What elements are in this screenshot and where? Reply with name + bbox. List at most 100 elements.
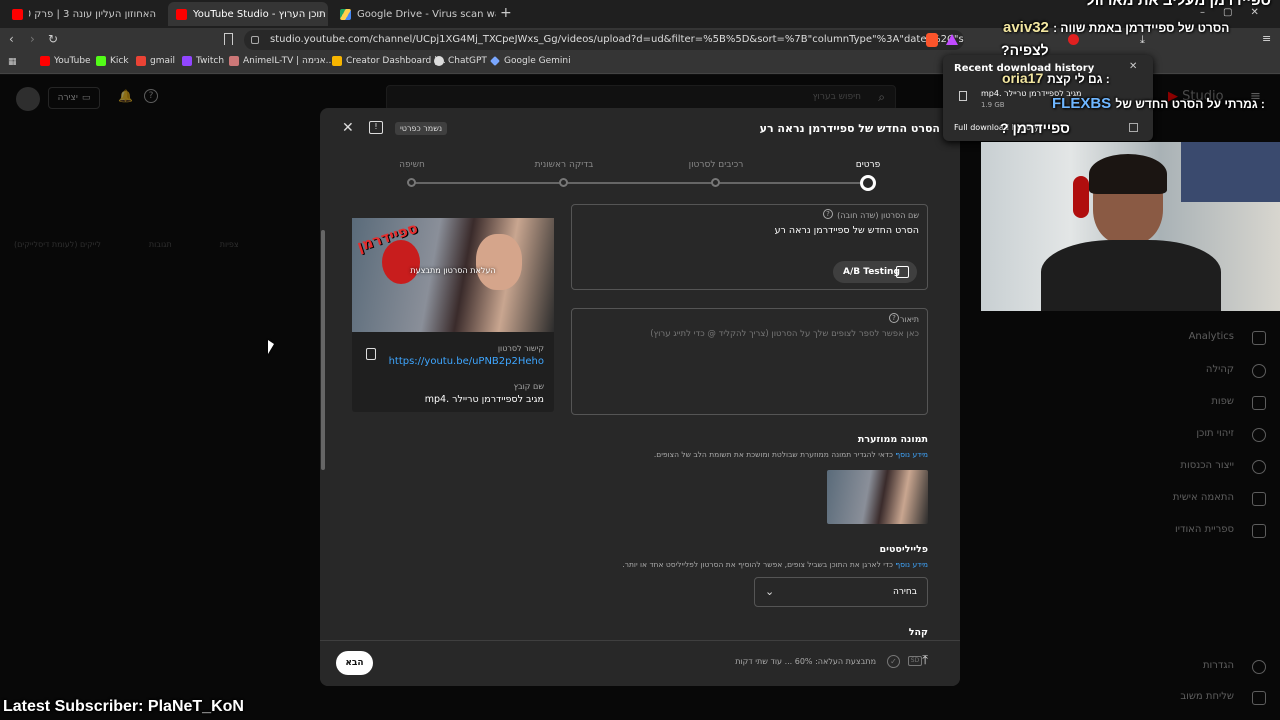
- thumbnail-heading: תמונה ממוזערת: [857, 434, 928, 445]
- url-input[interactable]: studio.youtube.com/channel/UCpj1XG4Mj_TX…: [244, 30, 964, 50]
- upload-dialog: ✕ ! נשמר כפרטי הסרט החדש של ספיידרמן נרא…: [320, 108, 960, 686]
- chatgpt-icon: [434, 56, 444, 66]
- google-drive-favicon-icon: [340, 8, 351, 20]
- mouse-cursor-icon: [268, 340, 274, 354]
- scrollbar[interactable]: [321, 230, 325, 470]
- back-icon[interactable]: ‹: [9, 32, 14, 46]
- step-details[interactable]: פרטים: [808, 160, 928, 170]
- description-placeholder: כאן אפשר לספר לצופים שלך על הסרטון (צריך…: [650, 329, 919, 339]
- chat-username: FLEXBS: [1052, 95, 1112, 112]
- playlists-heading: פלייליסטים: [879, 544, 928, 555]
- title-field[interactable]: שם הסרטון (שדה חובה) ? הסרט החדש של ספיי…: [571, 204, 928, 290]
- chat-username: oria17: [1002, 70, 1044, 86]
- bookmark-chatgpt[interactable]: ChatGPT: [434, 56, 487, 66]
- bookmark-gmail[interactable]: gmail: [136, 56, 175, 66]
- video-thumbnail[interactable]: ספיידרמן העלאת הסרטון מתבצעת: [352, 218, 554, 332]
- thumbnail-desc: מידע נוסף כדאי להגדיר תמונה ממוזערת שבול…: [654, 450, 928, 459]
- check-icon: ✓: [887, 655, 900, 668]
- reload-icon[interactable]: ↻: [48, 32, 58, 46]
- feedback-alert-icon[interactable]: !: [369, 121, 383, 134]
- close-icon[interactable]: ✕: [342, 120, 354, 136]
- title-label: שם הסרטון (שדה חובה): [837, 211, 919, 220]
- face-shape: [476, 234, 522, 290]
- audience-heading: קהל: [908, 627, 928, 638]
- chat-message: גמרתי על הסרט החדש של :: [1115, 97, 1265, 111]
- help-icon[interactable]: ?: [889, 313, 899, 323]
- new-tab-icon[interactable]: +: [500, 5, 512, 21]
- chat-username: aviv32: [1003, 19, 1049, 36]
- bookmark-twitch[interactable]: Twitch: [182, 56, 224, 66]
- chat-line: ?לצפיה: [1001, 42, 1049, 58]
- chat-line: ? ספיידרמן: [1000, 120, 1070, 136]
- step-dot-active: [860, 175, 876, 191]
- upload-status: מתבצעת העלאה: 60% ... עוד שתי דקות: [735, 657, 876, 666]
- brave-rewards-icon[interactable]: [946, 34, 958, 45]
- ab-test-icon: [896, 266, 909, 278]
- headset-icon: [1073, 176, 1089, 218]
- next-button[interactable]: הבא: [336, 651, 373, 675]
- anime-icon: [229, 56, 239, 66]
- tab-title: YouTube Studio - תוכן הערוץ: [193, 8, 326, 20]
- site-info-icon[interactable]: [251, 36, 259, 44]
- copy-icon[interactable]: [366, 348, 376, 360]
- open-external-icon[interactable]: [1129, 123, 1138, 132]
- browser-tab[interactable]: Google Drive - Virus scan warning ✕: [332, 2, 496, 26]
- webcam-feed: [981, 142, 1280, 311]
- ab-testing-button[interactable]: A/B Testing: [833, 261, 917, 283]
- filename-label: שם קובץ: [513, 382, 544, 391]
- spiderman-mask: [382, 240, 420, 284]
- select-value: בחירה: [892, 587, 917, 597]
- learn-more-link[interactable]: מידע נוסף: [895, 560, 928, 569]
- wall-poster: [1181, 142, 1280, 202]
- description-field[interactable]: תיאור ? כאן אפשר לספר לצופים שלך על הסרט…: [571, 308, 928, 415]
- playlist-select[interactable]: בחירה ⌄: [754, 577, 928, 607]
- help-icon[interactable]: ?: [823, 209, 833, 219]
- youtube-favicon-icon: [12, 8, 23, 20]
- step-dot: [711, 178, 720, 187]
- browser-tab[interactable]: האחוזון העליון עונה 3 | פרק 10 - ספי: [4, 2, 164, 26]
- close-icon[interactable]: ✕: [1129, 61, 1137, 72]
- playlists-desc-text: כדי לארגן את התוכן בשביל צופים, אפשר להו…: [622, 560, 893, 569]
- chat-line: FLEXBS גמרתי על הסרט החדש של :: [1052, 95, 1265, 112]
- title-value: הסרט החדש של ספיידרמן נראה רע: [774, 225, 919, 236]
- video-link-label: קישור לסרטון: [497, 344, 544, 353]
- browser-tab-active[interactable]: YouTube Studio - תוכן הערוץ ✕: [168, 2, 328, 26]
- video-link[interactable]: https://youtu.be/uPNB2p2Heho: [389, 356, 544, 367]
- youtube-studio-favicon-icon: [176, 8, 187, 20]
- step-dot: [559, 178, 568, 187]
- tab-title: Google Drive - Virus scan warning: [357, 8, 496, 20]
- kick-icon: [96, 56, 106, 66]
- dialog-title: הסרט החדש של ספיידרמן נראה רע: [759, 122, 940, 135]
- filename-value: מגיב לספיידרמן טריילר .mp4: [424, 394, 544, 405]
- chat-line: ספיידרמן מעליב את מארוול: [1086, 0, 1271, 9]
- thumbnail-desc-text: כדאי להגדיר תמונה ממוזערת שבולטת ומושכת …: [653, 450, 893, 459]
- step-video-elements[interactable]: רכיבים לסרטון: [656, 160, 776, 170]
- streamer-hair: [1089, 154, 1167, 194]
- thumbnail-option[interactable]: [827, 470, 928, 524]
- upload-in-progress-text: העלאת הסרטון מתבצעת: [410, 266, 496, 275]
- stepper-line: [412, 182, 868, 184]
- bookmark-creator-dashboard[interactable]: Creator Dashboard |...: [332, 56, 446, 66]
- chat-line: oria17 גם לי קצת :: [1002, 70, 1110, 86]
- file-icon: [959, 91, 967, 101]
- description-label: תיאור: [899, 315, 919, 324]
- bookmark-youtube[interactable]: YouTube: [40, 56, 91, 66]
- gmail-icon: [136, 56, 146, 66]
- bookmark-icon[interactable]: [224, 33, 233, 45]
- tab-title: האחוזון העליון עונה 3 | פרק 10 - ספי: [29, 8, 156, 20]
- playlists-desc: מידע נוסף כדי לארגן את התוכן בשביל צופים…: [622, 560, 928, 569]
- bookmark-gemini[interactable]: Google Gemini: [490, 56, 571, 66]
- learn-more-link[interactable]: מידע נוסף: [895, 450, 928, 459]
- bookmark-kick[interactable]: Kick: [96, 56, 129, 66]
- brave-shield-icon[interactable]: [926, 33, 938, 47]
- apps-grid-icon[interactable]: ▦: [8, 57, 17, 67]
- forward-icon[interactable]: ›: [30, 32, 35, 46]
- streamer-body: [1041, 240, 1221, 311]
- dialog-footer: הבא ⤒ SD ✓ מתבצעת העלאה: 60% ... עוד שתי…: [320, 640, 960, 686]
- step-checks[interactable]: בדיקה ראשונית: [504, 160, 624, 170]
- latest-subscriber: Latest Subscriber: PlaNeT_KoN: [3, 698, 244, 715]
- step-visibility[interactable]: חשיפה: [352, 160, 472, 170]
- youtube-icon: [40, 56, 50, 66]
- step-dot: [407, 178, 416, 187]
- bookmark-animeil[interactable]: AnimeIL-TV | אנימה...: [229, 56, 334, 66]
